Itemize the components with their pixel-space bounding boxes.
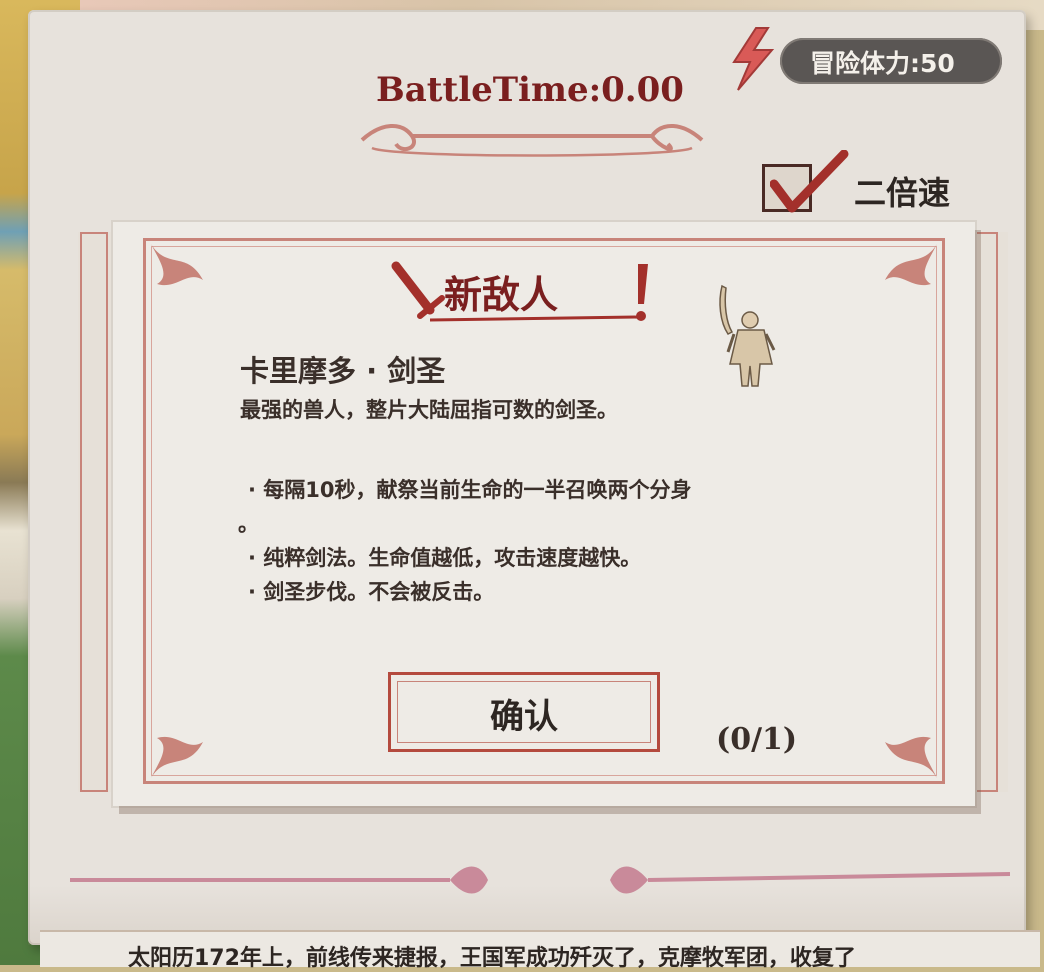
battle-time-label: BattleTime:0.00 [376,70,684,110]
double-speed-label: 二倍速 [854,174,951,212]
corner-ornament-icon [885,244,937,286]
dialog-title: 新敌人 [390,260,670,330]
title-ornament-icon [360,123,704,157]
ability-item: · 纯粹剑法。生命值越低，攻击速度越快。 [248,546,642,570]
bottom-divider-ornament [70,866,1010,894]
double-speed-toggle[interactable]: 二倍速 [762,150,992,218]
checkmark-icon [770,150,849,213]
swordsaint-portrait-icon [719,284,776,387]
dialog-title-text: 新敌人 [444,273,559,317]
left-outer-frame [80,232,108,792]
corner-ornament-icon [885,736,937,778]
ability-item: 。 [238,512,259,536]
confirm-button-label: 确认 [490,697,558,737]
corner-ornament-icon [151,244,203,286]
ability-item: · 每隔10秒，献祭当前生命的一半召唤两个分身 [248,478,692,502]
story-text-strip: 太阳历172年上，前线传来捷报，王国军成功歼灭了，克摩牧军团，收复了 [40,930,1040,971]
enemy-name: 卡里摩多 · 剑圣 [240,354,446,388]
page-counter: (0/1) [716,722,798,757]
lightning-bolt-icon [732,27,775,91]
enemy-description: 最强的兽人，整片大陆屈指可数的剑圣。 [240,398,618,422]
confirm-button[interactable]: 确认 [388,672,660,752]
stamina-badge: 冒险体力:50 [780,38,1002,84]
title-underline [430,315,640,322]
corner-ornament-icon [151,736,203,778]
story-text: 太阳历172年上，前线传来捷报，王国军成功歼灭了，克摩牧军团，收复了 [128,946,856,971]
stamina-label: 冒险体力:50 [810,49,955,78]
ability-item: · 剑圣步伐。不会被反击。 [248,580,495,604]
